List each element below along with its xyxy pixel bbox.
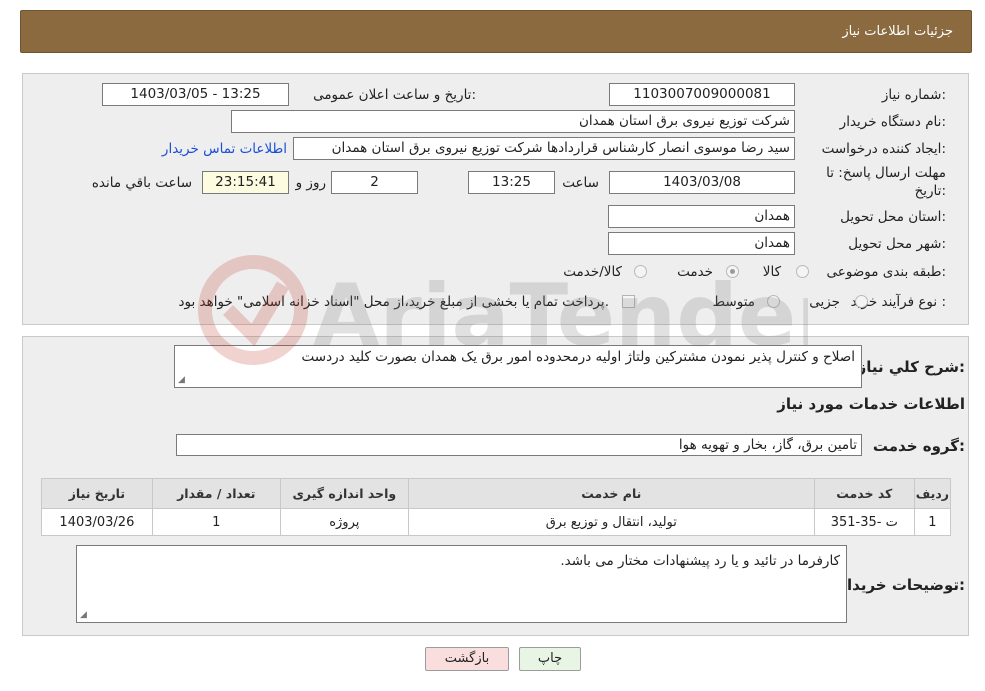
remaining-time-field: 23:15:41 [202, 171, 289, 194]
category-goods-radio[interactable] [796, 265, 809, 278]
process-medium-option: متوسط [712, 294, 755, 310]
col-header-need-date: تاریخ نیاز [41, 478, 153, 509]
announce-date-label: تاریخ و ساعت اعلان عمومی: [313, 87, 476, 103]
creator-label: ایجاد کننده درخواست: [821, 141, 946, 157]
print-button[interactable]: چاپ [519, 647, 581, 671]
category-goods-service-radio[interactable] [634, 265, 647, 278]
province-field: همدان [608, 205, 795, 228]
buyer-notes-text: کارفرما در تائید و یا رد پیشنهادات مختار… [560, 553, 840, 569]
cell-service-code: ت -35-351 [813, 508, 915, 536]
remaining-label: ساعت باقي مانده [91, 175, 192, 191]
treasury-payment-note: پرداخت تمام یا بخشی از مبلغ خرید،از محل … [178, 294, 609, 310]
description-label: شرح کلي نياز: [857, 358, 965, 376]
process-minor-option: جزیی [809, 294, 840, 310]
city-label: شهر محل تحویل: [848, 236, 946, 252]
treasury-payment-checkbox[interactable] [622, 295, 635, 308]
table-row: 1 ت -35-351 تولید، انتقال و توزیع برق پر… [41, 508, 952, 536]
deadline-label-date: تاریخ: [914, 183, 946, 199]
remaining-days-field: 2 [331, 171, 418, 194]
col-header-service-code: کد خدمت [813, 478, 915, 509]
deadline-date-field: 1403/03/08 [609, 171, 795, 194]
back-button[interactable]: بازگشت [425, 647, 509, 671]
description-textarea[interactable]: اصلاح و کنترل پذیر نمودن مشترکین ولتاژ ا… [174, 345, 862, 388]
day-and-label: روز و [295, 175, 326, 191]
description-text: اصلاح و کنترل پذیر نمودن مشترکین ولتاژ ا… [301, 349, 856, 365]
cell-service-name: تولید، انتقال و توزیع برق [407, 508, 815, 536]
col-header-unit: واحد اندازه گیری [279, 478, 409, 509]
process-minor-radio[interactable] [855, 295, 868, 308]
col-header-service-name: نام خدمت [407, 478, 815, 509]
services-table: ردیف کد خدمت نام خدمت واحد اندازه گیری ت… [41, 478, 952, 536]
need-number-field: 1103007009000081 [609, 83, 795, 106]
resize-grip-icon[interactable]: ◢ [80, 611, 87, 620]
cell-quantity: 1 [151, 508, 281, 536]
buyer-contact-link[interactable]: اطلاعات تماس خریدار [162, 141, 287, 157]
cell-row-number: 1 [913, 508, 952, 536]
buyer-org-label: نام دستگاه خریدار: [839, 114, 946, 130]
page-title: جزئیات اطلاعات نیاز [842, 24, 953, 39]
page-header: جزئیات اطلاعات نیاز [20, 10, 972, 53]
cell-unit: پروژه [279, 508, 409, 536]
resize-grip-icon[interactable]: ◢ [178, 376, 185, 385]
table-header-row: ردیف کد خدمت نام خدمت واحد اندازه گیری ت… [41, 478, 952, 509]
deadline-label: مهلت ارسال پاسخ: تا [826, 165, 946, 181]
province-label: استان محل تحویل: [840, 209, 946, 225]
process-medium-radio[interactable] [767, 295, 780, 308]
need-details-panel: شرح کلي نياز: اصلاح و کنترل پذیر نمودن م… [22, 336, 969, 636]
buyer-notes-textarea[interactable]: کارفرما در تائید و یا رد پیشنهادات مختار… [76, 545, 847, 623]
creator-field: سید رضا موسوی انصار کارشناس قراردادها شر… [293, 137, 795, 160]
buyer-notes-label: توضیحات خریدار: [838, 576, 965, 594]
category-label: طبقه بندی موضوعی: [826, 264, 946, 280]
announce-date-field: 1403/03/05 - 13:25 [102, 83, 289, 106]
col-header-quantity: تعداد / مقدار [151, 478, 281, 509]
need-info-panel: شماره نیاز: 1103007009000081 تاریخ و ساع… [22, 73, 969, 325]
service-group-field: تامین برق، گاز، بخار و تهویه هوا [176, 434, 862, 456]
category-service-radio[interactable] [726, 265, 739, 278]
city-field: همدان [608, 232, 795, 255]
buyer-org-field: شرکت توزیع نیروی برق استان همدان [231, 110, 795, 133]
category-service-option: خدمت [677, 264, 713, 280]
services-info-title: اطلاعات خدمات مورد نیاز [777, 395, 965, 413]
category-goods-option: کالا [762, 264, 781, 280]
deadline-hour-label: ساعت [562, 175, 599, 191]
category-goods-service-option: کالا/خدمت [563, 264, 622, 280]
service-group-label: گروه خدمت: [872, 437, 965, 455]
deadline-time-field: 13:25 [468, 171, 555, 194]
cell-need-date: 1403/03/26 [41, 508, 153, 536]
col-header-row-number: ردیف [913, 478, 952, 509]
need-number-label: شماره نیاز: [881, 87, 946, 103]
